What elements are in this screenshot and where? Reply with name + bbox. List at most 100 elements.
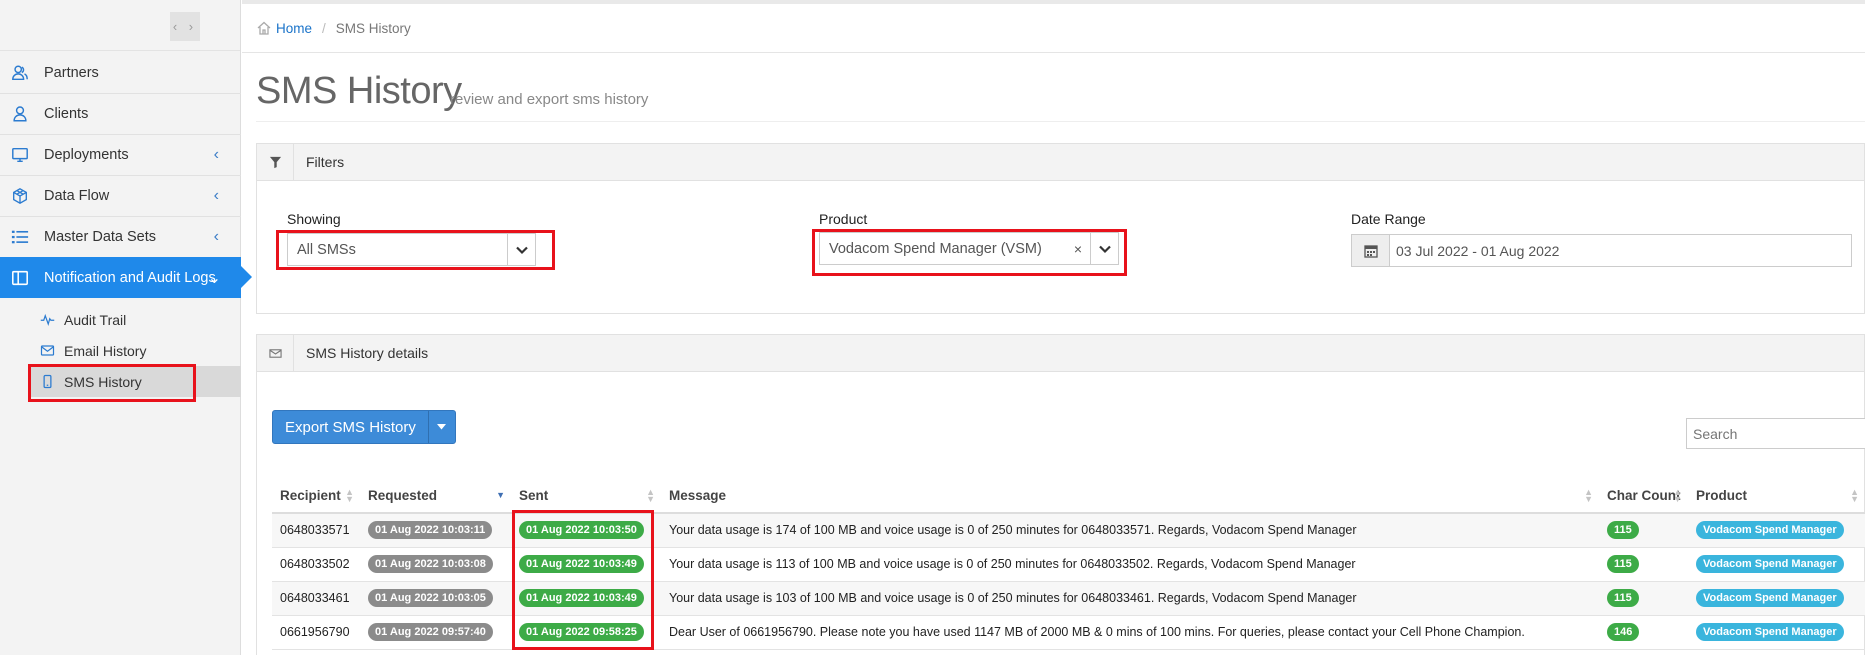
sidebar-item-label: Clients bbox=[44, 106, 89, 122]
export-button-label[interactable]: Export SMS History bbox=[273, 411, 429, 443]
cell-char-count: 115 bbox=[1599, 581, 1688, 616]
breadcrumb-separator: / bbox=[322, 20, 326, 36]
sort-icon: ▲ ▼ bbox=[1584, 487, 1593, 504]
cube-icon bbox=[10, 186, 30, 206]
sidebar: ‹ › Partners Clients Deployments ‹ Data … bbox=[0, 0, 252, 655]
col-requested[interactable]: Requested ▼ bbox=[360, 478, 511, 514]
search-input[interactable] bbox=[1686, 418, 1865, 449]
breadcrumb-current: SMS History bbox=[335, 20, 411, 36]
page-subtitle: review and export sms history bbox=[450, 91, 649, 108]
envelope-icon bbox=[38, 342, 56, 360]
product-select[interactable]: Vodacom Spend Manager (VSM) × bbox=[819, 232, 1119, 265]
date-range-input[interactable]: 03 Jul 2022 - 01 Aug 2022 bbox=[1351, 234, 1852, 267]
caret-down-icon[interactable] bbox=[429, 411, 455, 443]
table-row[interactable]: 0661956790 01 Aug 2022 09:57:40 01 Aug 2… bbox=[272, 615, 1865, 650]
sidebar-subitem-email-history[interactable]: Email History bbox=[30, 335, 241, 366]
sidebar-item-master-data-sets[interactable]: Master Data Sets ‹ bbox=[0, 217, 241, 258]
table-row[interactable]: 0648033502 01 Aug 2022 10:03:08 01 Aug 2… bbox=[272, 547, 1865, 582]
showing-label: Showing bbox=[287, 211, 341, 227]
product-label: Product bbox=[819, 211, 868, 227]
cell-requested: 01 Aug 2022 10:03:05 bbox=[360, 581, 511, 616]
sent-badge: 01 Aug 2022 10:03:49 bbox=[519, 589, 644, 607]
cell-product: Vodacom Spend Manager bbox=[1688, 615, 1865, 650]
cell-recipient: 0661956790 bbox=[272, 615, 360, 650]
requested-badge: 01 Aug 2022 09:57:40 bbox=[368, 623, 493, 641]
cell-sent: 01 Aug 2022 10:03:50 bbox=[511, 513, 661, 548]
product-badge: Vodacom Spend Manager bbox=[1696, 521, 1844, 540]
col-recipient[interactable]: Recipient ▲ ▼ bbox=[272, 478, 360, 514]
cell-requested: 01 Aug 2022 10:03:08 bbox=[360, 547, 511, 582]
sidebar-item-label: Data Flow bbox=[44, 188, 110, 204]
product-badge: Vodacom Spend Manager bbox=[1696, 589, 1844, 607]
chevron-down-icon[interactable] bbox=[1090, 233, 1118, 264]
cell-product: Vodacom Spend Manager bbox=[1688, 547, 1865, 582]
col-message[interactable]: Message ▲ ▼ bbox=[661, 478, 1599, 514]
sidebar-subitem-label: Email History bbox=[64, 342, 147, 359]
sort-icon: ▲ ▼ bbox=[1850, 487, 1859, 504]
showing-select-value: All SMSs bbox=[297, 241, 356, 258]
envelope-icon bbox=[257, 334, 294, 372]
col-char-count[interactable]: Char Count ▲ ▼ bbox=[1599, 478, 1688, 514]
export-sms-history-button[interactable]: Export SMS History bbox=[272, 410, 456, 444]
sent-badge: 01 Aug 2022 10:03:49 bbox=[519, 555, 644, 573]
sms-history-table: Recipient ▲ ▼ Requested ▼ Sent ▲ ▼ Message ▲ ▼ … bbox=[272, 478, 1865, 650]
cell-sent: 01 Aug 2022 10:03:49 bbox=[511, 547, 661, 582]
sidebar-top: ‹ › bbox=[0, 0, 240, 51]
cell-char-count: 146 bbox=[1599, 615, 1688, 650]
col-sent[interactable]: Sent ▲ ▼ bbox=[511, 478, 661, 514]
table-row[interactable]: 0648033461 01 Aug 2022 10:03:05 01 Aug 2… bbox=[272, 581, 1865, 616]
sidebar-collapse-toggle[interactable]: ‹ › bbox=[170, 12, 200, 41]
sidebar-item-notification-and-audit-logs[interactable]: Notification and Audit Logs ⌄ bbox=[0, 257, 252, 298]
home-icon bbox=[256, 20, 272, 36]
sidebar-item-deployments[interactable]: Deployments ‹ bbox=[0, 135, 241, 176]
product-select-value: Vodacom Spend Manager (VSM) bbox=[829, 240, 1042, 257]
col-product[interactable]: Product ▲ ▼ bbox=[1688, 478, 1865, 514]
requested-badge: 01 Aug 2022 10:03:05 bbox=[368, 589, 493, 607]
sent-badge: 01 Aug 2022 09:58:25 bbox=[519, 623, 644, 641]
sidebar-subitem-label: Audit Trail bbox=[64, 311, 127, 328]
clear-icon[interactable]: × bbox=[1066, 241, 1090, 257]
chevron-left-icon: ‹ bbox=[213, 228, 219, 245]
breadcrumb: Home / SMS History bbox=[242, 0, 1865, 53]
cell-requested: 01 Aug 2022 09:57:40 bbox=[360, 615, 511, 650]
chevron-down-icon[interactable] bbox=[507, 234, 535, 265]
product-badge: Vodacom Spend Manager bbox=[1696, 623, 1844, 641]
filters-heading: Filters bbox=[306, 154, 345, 170]
list-icon bbox=[10, 227, 30, 247]
sort-desc-icon: ▼ bbox=[496, 490, 505, 500]
cell-message: Your data usage is 113 of 100 MB and voi… bbox=[661, 547, 1599, 582]
sort-icon: ▲ ▼ bbox=[345, 487, 354, 504]
filters-panel-header[interactable]: Filters bbox=[257, 143, 1864, 181]
breadcrumb-home-link[interactable]: Home bbox=[276, 21, 312, 36]
chevron-left-icon: ‹ bbox=[213, 187, 219, 204]
sidebar-item-clients[interactable]: Clients bbox=[0, 94, 241, 135]
date-range-label: Date Range bbox=[1351, 211, 1426, 227]
cell-message: Your data usage is 103 of 100 MB and voi… bbox=[661, 581, 1599, 616]
mobile-icon bbox=[38, 373, 56, 391]
cell-sent: 01 Aug 2022 10:03:49 bbox=[511, 581, 661, 616]
user-icon bbox=[10, 104, 30, 124]
title-divider bbox=[256, 121, 1865, 122]
sidebar-subitem-audit-trail[interactable]: Audit Trail bbox=[30, 304, 241, 335]
showing-select[interactable]: All SMSs bbox=[287, 233, 536, 266]
table-row[interactable]: 0648033571 01 Aug 2022 10:03:11 01 Aug 2… bbox=[272, 513, 1865, 548]
sidebar-item-data-flow[interactable]: Data Flow ‹ bbox=[0, 176, 241, 217]
sort-icon: ▲ ▼ bbox=[646, 487, 655, 504]
sidebar-item-partners[interactable]: Partners bbox=[0, 53, 241, 94]
details-panel-header[interactable]: SMS History details bbox=[257, 334, 1864, 372]
char-count-badge: 115 bbox=[1607, 589, 1639, 607]
char-count-badge: 115 bbox=[1607, 521, 1639, 540]
sidebar-subitem-sms-history[interactable]: SMS History bbox=[30, 366, 241, 397]
filter-icon bbox=[257, 143, 294, 181]
chevron-down-icon: ⌄ bbox=[207, 269, 221, 287]
monitor-icon bbox=[10, 145, 30, 165]
sort-icon: ▲ ▼ bbox=[1673, 487, 1682, 504]
cell-message: Your data usage is 174 of 100 MB and voi… bbox=[661, 513, 1599, 548]
cell-recipient: 0648033461 bbox=[272, 581, 360, 616]
pulse-icon bbox=[38, 311, 56, 329]
sidebar-item-label: Partners bbox=[44, 65, 99, 81]
sidebar-item-label: Deployments bbox=[44, 147, 129, 163]
cell-recipient: 0648033571 bbox=[272, 513, 360, 548]
columns-icon bbox=[10, 268, 30, 288]
table-header-row: Recipient ▲ ▼ Requested ▼ Sent ▲ ▼ Message ▲ ▼ … bbox=[272, 478, 1865, 514]
